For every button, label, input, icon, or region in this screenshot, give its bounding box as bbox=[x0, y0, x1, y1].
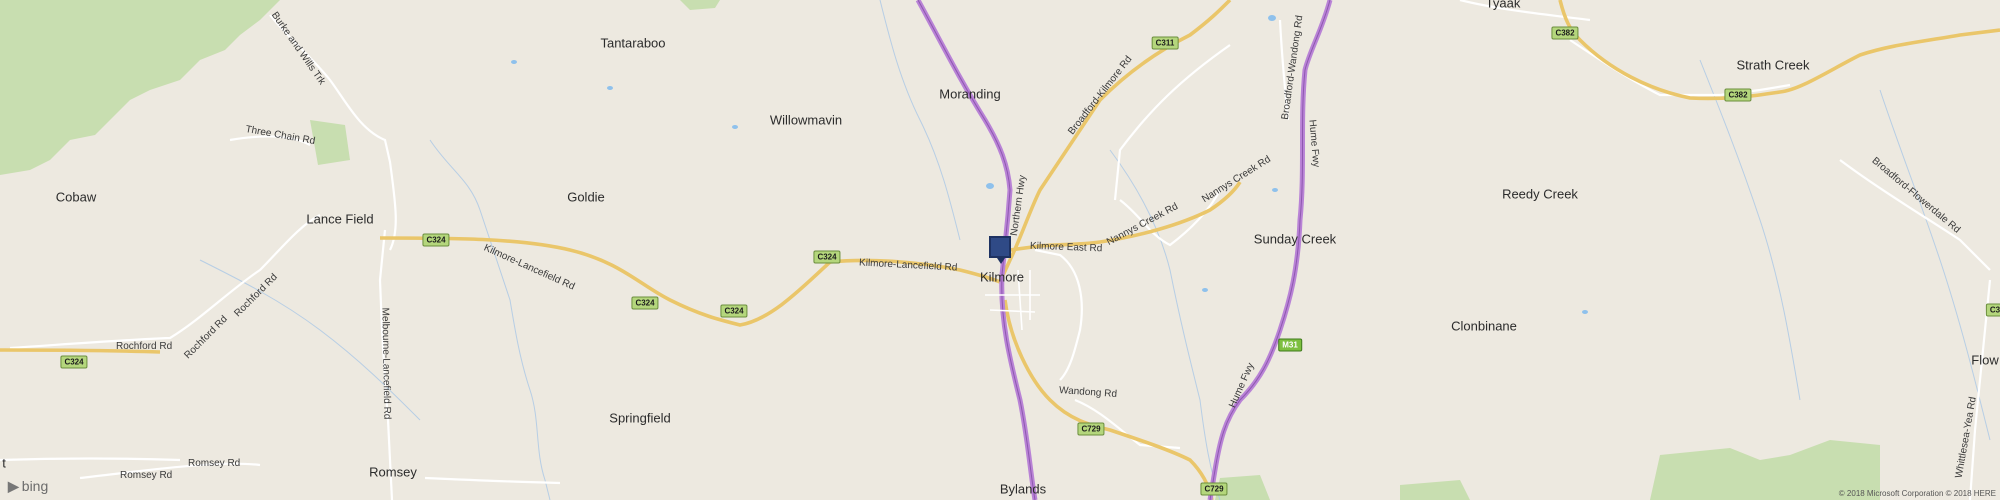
route-shield-c3-partial: C3 bbox=[1985, 303, 2000, 317]
place-label-sunday-creek: Sunday Creek bbox=[1253, 231, 1337, 247]
minor-road bbox=[1034, 248, 1083, 381]
water-body bbox=[607, 86, 613, 90]
place-label-clonbinane: Clonbinane bbox=[1451, 318, 1517, 334]
place-label-moranding: Moranding bbox=[939, 86, 1001, 102]
bing-logo[interactable]: ▶ bing bbox=[8, 478, 48, 495]
copyright-notice: © 2018 Microsoft Corporation © 2018 HERE bbox=[1838, 489, 1996, 498]
place-label-tantaraboo: Tantaraboo bbox=[600, 35, 666, 51]
town-street bbox=[989, 309, 1036, 313]
route-shield-c324: C324 bbox=[60, 355, 88, 369]
forest-area bbox=[310, 120, 350, 165]
major-road bbox=[1558, 0, 2000, 101]
place-label-willowmavin: Willowmavin bbox=[769, 112, 843, 128]
forest-areas bbox=[0, 0, 1880, 500]
minor-road bbox=[1839, 159, 1991, 271]
place-label-partial: t bbox=[2, 455, 6, 471]
minor-road bbox=[1459, 0, 1591, 22]
bing-logo-text: bing bbox=[21, 478, 49, 494]
major-road bbox=[1003, 299, 1214, 500]
place-label-bylands: Bylands bbox=[999, 481, 1047, 497]
water-body bbox=[732, 125, 738, 129]
water-body bbox=[1272, 188, 1278, 192]
route-shield-c311: C311 bbox=[1151, 36, 1179, 50]
bing-logo-icon: ▶ bbox=[8, 478, 19, 494]
location-pin-marker[interactable] bbox=[989, 236, 1011, 264]
place-label-lance-field: Lance Field bbox=[306, 211, 374, 227]
place-label-strath-creek: Strath Creek bbox=[1736, 57, 1810, 73]
highway-edges bbox=[917, 0, 1331, 500]
minor-road bbox=[1113, 44, 1231, 201]
major-road bbox=[379, 236, 1001, 327]
highways bbox=[915, 0, 1333, 500]
forest-area bbox=[1400, 480, 1470, 500]
place-label-romsey: Romsey bbox=[369, 464, 417, 480]
water-body bbox=[1202, 288, 1208, 292]
river bbox=[429, 139, 551, 500]
water-body bbox=[511, 60, 517, 64]
river bbox=[1699, 59, 1801, 401]
forest-area bbox=[0, 0, 280, 175]
place-label-kilmore: Kilmore bbox=[979, 269, 1025, 285]
route-shield-c729: C729 bbox=[1200, 482, 1228, 496]
place-label-flowerdale: Flow bbox=[1971, 352, 1999, 368]
place-label-cobaw: Cobaw bbox=[55, 189, 97, 205]
road-label-romsey-rd-1: Romsey Rd bbox=[120, 470, 173, 481]
highway bbox=[1207, 0, 1333, 500]
map-canvas[interactable]: Tantaraboo Moranding Willowmavin Cobaw G… bbox=[0, 0, 2000, 500]
river bbox=[879, 0, 961, 241]
river bbox=[1879, 89, 1991, 441]
road-label-melbourne-lancefield-rd: Melbourne-Lancefield Rd bbox=[379, 307, 393, 420]
place-label-tyaak: Tyaak bbox=[1485, 0, 1521, 11]
forest-area bbox=[680, 0, 720, 10]
road-label-romsey-rd-2: Romsey Rd bbox=[188, 458, 241, 469]
water-body bbox=[1582, 310, 1588, 314]
water-bodies bbox=[511, 15, 1588, 314]
route-shield-c324: C324 bbox=[813, 250, 841, 264]
route-shield-c324: C324 bbox=[720, 304, 748, 318]
route-shield-c324: C324 bbox=[631, 296, 659, 310]
route-shield-m31: M31 bbox=[1278, 338, 1302, 352]
water-body bbox=[1268, 15, 1276, 21]
route-shield-c729: C729 bbox=[1077, 422, 1105, 436]
minor-road bbox=[424, 476, 561, 485]
route-shield-c382: C382 bbox=[1551, 26, 1579, 40]
place-label-reedy-creek: Reedy Creek bbox=[1502, 186, 1578, 202]
place-label-springfield: Springfield bbox=[609, 410, 671, 426]
route-shield-c324: C324 bbox=[422, 233, 450, 247]
road-label-rochford-rd-1: Rochford Rd bbox=[116, 341, 173, 352]
minor-road bbox=[0, 457, 181, 462]
route-shield-c382: C382 bbox=[1724, 88, 1752, 102]
place-label-goldie: Goldie bbox=[567, 189, 605, 205]
water-body bbox=[986, 183, 994, 189]
